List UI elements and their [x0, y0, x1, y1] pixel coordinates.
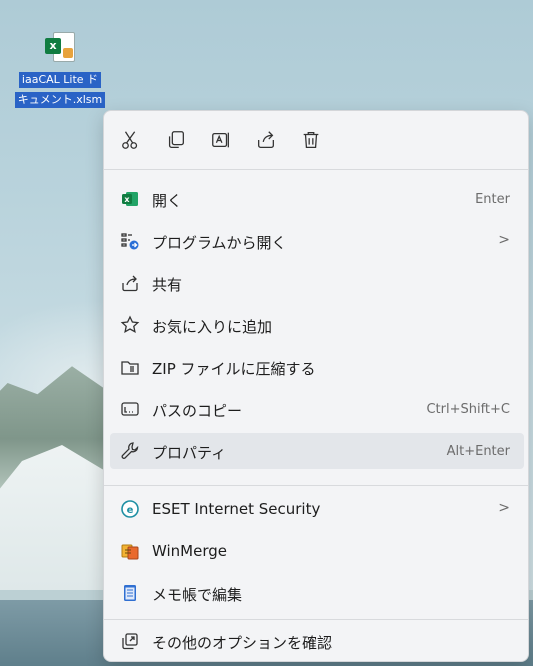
menu-item-eset[interactable]: e ESET Internet Security > — [110, 491, 524, 527]
quick-actions-bar — [104, 111, 528, 169]
context-menu: x 開く Enter プログラムから開く > 共有 お気に入りに追加 ZIP フ… — [103, 110, 529, 662]
menu-item-properties[interactable]: プロパティ Alt+Enter — [110, 433, 524, 469]
zip-icon — [121, 361, 139, 375]
menu-item-label: その他のオプションを確認 — [152, 634, 333, 652]
path-icon — [121, 402, 139, 416]
excel-icon: x — [122, 192, 138, 206]
menu-item-label: プロパティ — [152, 444, 227, 462]
menu-item-winmerge[interactable]: WinMerge — [110, 533, 524, 569]
scissors-icon — [122, 131, 138, 149]
menu-item-label: 開く — [152, 192, 183, 210]
menu-item-share[interactable]: 共有 — [110, 265, 524, 301]
separator — [104, 485, 528, 486]
wrench-icon — [121, 442, 139, 459]
svg-text:e: e — [127, 505, 134, 516]
menu-item-more-options[interactable]: その他のオプションを確認 — [110, 623, 524, 659]
svg-text:x: x — [124, 195, 130, 204]
share-icon — [122, 275, 138, 292]
menu-item-shortcut: Alt+Enter — [446, 444, 510, 459]
menu-item-add-favorite[interactable]: お気に入りに追加 — [110, 307, 524, 343]
menu-item-label: WinMerge — [152, 542, 227, 560]
eset-icon: e — [121, 500, 139, 518]
submenu-chevron-icon: > — [498, 500, 510, 516]
menu-item-shortcut: Enter — [475, 192, 510, 207]
share-button[interactable] — [251, 125, 281, 155]
submenu-chevron-icon: > — [498, 232, 510, 248]
rename-icon — [212, 132, 229, 148]
menu-item-edit-notepad[interactable]: メモ帳で編集 — [110, 575, 524, 611]
menu-item-label: ZIP ファイルに圧縮する — [152, 360, 316, 378]
desktop-file-icon[interactable]: x iaaCAL Lite ド キュメント.xlsm — [6, 30, 114, 108]
menu-item-shortcut: Ctrl+Shift+C — [426, 402, 510, 417]
excel-macro-file-icon: x — [45, 30, 75, 64]
desktop-file-label: iaaCAL Lite ド — [18, 72, 102, 88]
separator — [104, 169, 528, 170]
open-with-icon — [121, 233, 139, 250]
separator — [104, 619, 528, 620]
menu-item-label: お気に入りに追加 — [152, 318, 273, 336]
menu-item-label: メモ帳で編集 — [152, 586, 243, 604]
copy-button[interactable] — [161, 125, 191, 155]
desktop-file-label-line2: キュメント.xlsm — [14, 92, 106, 108]
menu-item-compress-zip[interactable]: ZIP ファイルに圧縮する — [110, 349, 524, 385]
menu-item-copy-path[interactable]: パスのコピー Ctrl+Shift+C — [110, 391, 524, 427]
star-icon — [120, 315, 140, 333]
winmerge-icon — [121, 544, 139, 560]
copy-icon — [168, 131, 184, 148]
more-options-icon — [122, 633, 138, 650]
delete-button[interactable] — [296, 125, 326, 155]
rename-button[interactable] — [206, 125, 236, 155]
menu-item-open-with[interactable]: プログラムから開く > — [110, 223, 524, 259]
menu-item-label: 共有 — [152, 276, 183, 294]
menu-item-open[interactable]: x 開く Enter — [110, 181, 524, 217]
menu-item-label: パスのコピー — [152, 402, 243, 420]
cut-button[interactable] — [116, 125, 146, 155]
menu-item-label: ESET Internet Security — [152, 500, 321, 518]
notepad-icon — [124, 585, 136, 601]
share-icon — [258, 131, 274, 148]
menu-item-label: プログラムから開く — [152, 234, 287, 252]
trash-icon — [303, 132, 319, 148]
